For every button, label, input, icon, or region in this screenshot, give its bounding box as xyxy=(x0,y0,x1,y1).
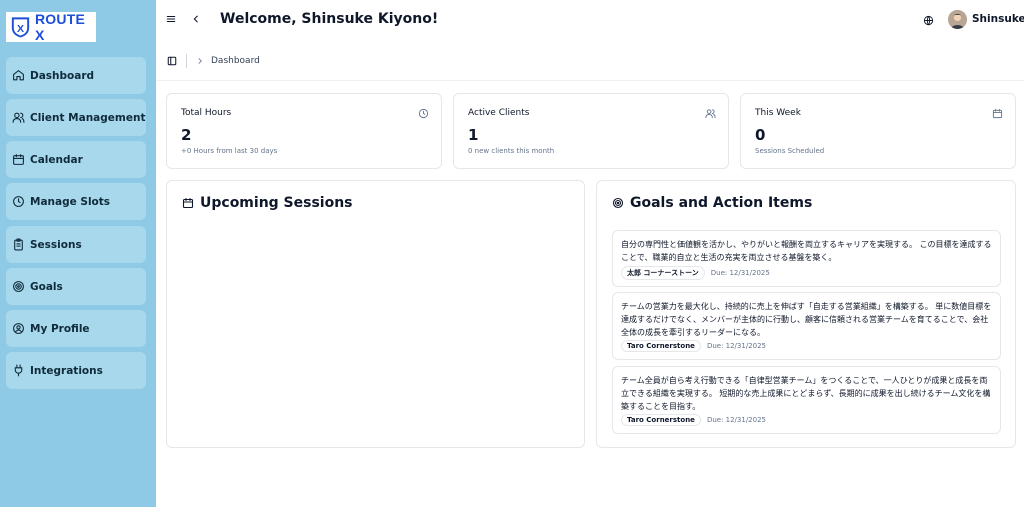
clock-icon xyxy=(13,196,24,207)
goal-owner-badge: Taro Cornerstone xyxy=(621,340,701,352)
route-x-logo[interactable]: X ROUTE X xyxy=(6,11,96,43)
chevron-left-icon xyxy=(193,15,198,23)
home-icon xyxy=(13,70,24,81)
panel-title: Goals and Action Items xyxy=(612,195,812,211)
sidebar-item-client-management[interactable]: Client Management xyxy=(6,99,146,136)
upcoming-sessions-title: Upcoming Sessions xyxy=(200,195,353,211)
breadcrumb-divider xyxy=(186,54,187,68)
stat-card-active-clients: Active Clients 1 0 new clients this mont… xyxy=(453,93,729,169)
stat-subtext: +0 Hours from last 30 days xyxy=(181,147,278,155)
top-header: Welcome, Shinsuke Kiyono! Shinsuke xyxy=(156,0,1024,40)
stat-subtext: 0 new clients this month xyxy=(468,147,555,155)
breadcrumb: Dashboard xyxy=(156,44,1024,80)
stat-subtext: Sessions Scheduled xyxy=(755,147,825,155)
goal-description: チーム全員が自ら考え行動できる「自律型営業チーム」をつくることで、一人ひとりが成… xyxy=(621,376,991,411)
stat-title: This Week xyxy=(755,108,801,118)
welcome-heading: Welcome, Shinsuke Kiyono! xyxy=(220,11,439,27)
language-button[interactable] xyxy=(920,12,936,28)
sidebar-item-calendar[interactable]: Calendar xyxy=(6,141,146,178)
breadcrumb-current[interactable]: Dashboard xyxy=(211,56,260,66)
calendar-icon xyxy=(182,197,194,209)
stat-title: Active Clients xyxy=(468,108,530,118)
goal-description: チームの営業力を最大化し、持続的に売上を伸ばす「自走する営業組織」を構築する。 … xyxy=(621,302,992,337)
stat-card-this-week: This Week 0 Sessions Scheduled xyxy=(740,93,1016,169)
stat-value: 1 xyxy=(468,126,479,144)
sidebar-item-manage-slots[interactable]: Manage Slots xyxy=(6,183,146,220)
stat-card-total-hours: Total Hours 2 +0 Hours from last 30 days xyxy=(166,93,442,169)
goal-due-date: Due: 12/31/2025 xyxy=(706,416,766,424)
sidebar-item-integrations[interactable]: Integrations xyxy=(6,352,146,389)
goal-item[interactable]: チームの営業力を最大化し、持続的に売上を伸ばす「自走する営業組織」を構築する。 … xyxy=(612,292,1001,360)
svg-text:X: X xyxy=(17,23,24,35)
header-divider xyxy=(156,80,1024,81)
goal-owner-badge: 太郎 コーナーストーン xyxy=(621,266,705,280)
target-icon xyxy=(13,281,24,292)
goal-owner-badge: Taro Cornerstone xyxy=(621,414,701,426)
calendar-icon xyxy=(13,154,24,165)
stat-value: 0 xyxy=(755,126,766,144)
goal-meta: Taro Cornerstone Due: 12/31/2025 xyxy=(621,340,766,352)
sidebar-item-sessions[interactable]: Sessions xyxy=(6,226,146,263)
goal-description: 自分の専門性と価値観を活かし、やりがいと報酬を両立するキャリアを実現する。 この… xyxy=(621,240,992,262)
target-icon xyxy=(612,197,624,209)
menu-icon xyxy=(166,15,176,23)
sidebar-item-label: Sessions xyxy=(30,238,82,251)
sidebar-toggle-button[interactable] xyxy=(166,55,178,67)
sidebar-item-label: Integrations xyxy=(30,364,103,377)
sidebar-item-label: My Profile xyxy=(30,322,90,335)
panel-title: Upcoming Sessions xyxy=(182,195,353,211)
user-name[interactable]: Shinsuke xyxy=(972,13,1024,25)
sidebar-item-goals[interactable]: Goals xyxy=(6,268,146,305)
goal-item[interactable]: 自分の専門性と価値観を活かし、やりがいと報酬を両立するキャリアを実現する。 この… xyxy=(612,230,1001,287)
sidebar-item-label: Manage Slots xyxy=(30,195,111,208)
sidebar-item-label: Goals xyxy=(30,280,63,293)
clock-icon xyxy=(418,108,429,119)
chevron-right-icon xyxy=(198,58,202,64)
avatar[interactable] xyxy=(948,10,967,29)
user-circle-icon xyxy=(13,323,24,334)
sidebar-item-dashboard[interactable]: Dashboard xyxy=(6,57,146,94)
stat-title: Total Hours xyxy=(181,108,232,118)
menu-toggle-button[interactable] xyxy=(164,12,178,26)
goal-meta: 太郎 コーナーストーン Due: 12/31/2025 xyxy=(621,266,770,280)
panel-left-icon xyxy=(167,56,177,66)
upcoming-sessions-panel: Upcoming Sessions xyxy=(166,180,585,448)
shield-logo-icon: X xyxy=(11,17,30,38)
globe-icon xyxy=(923,15,933,25)
brand-name: ROUTE X xyxy=(35,11,85,43)
goals-title: Goals and Action Items xyxy=(630,195,813,211)
user-photo-icon xyxy=(948,10,967,29)
plug-icon xyxy=(14,364,23,377)
back-button[interactable] xyxy=(189,12,203,26)
users-icon xyxy=(705,109,716,119)
clipboard-icon xyxy=(14,238,23,251)
sidebar-item-label: Dashboard xyxy=(30,69,95,82)
sidebar-item-label: Client Management xyxy=(30,111,146,124)
goal-item[interactable]: チーム全員が自ら考え行動できる「自律型営業チーム」をつくることで、一人ひとりが成… xyxy=(612,366,1001,434)
goals-panel: Goals and Action Items 自分の専門性と価値観を活かし、やり… xyxy=(596,180,1016,448)
stat-value: 2 xyxy=(181,126,192,144)
goal-due-date: Due: 12/31/2025 xyxy=(710,269,770,277)
goal-due-date: Due: 12/31/2025 xyxy=(706,342,766,350)
calendar-icon xyxy=(992,108,1003,119)
users-icon xyxy=(12,112,25,123)
sidebar-item-my-profile[interactable]: My Profile xyxy=(6,310,146,347)
sidebar-item-label: Calendar xyxy=(30,153,83,166)
goal-meta: Taro Cornerstone Due: 12/31/2025 xyxy=(621,414,766,426)
sidebar: X ROUTE X Dashboard Client Management Ca… xyxy=(0,0,156,507)
